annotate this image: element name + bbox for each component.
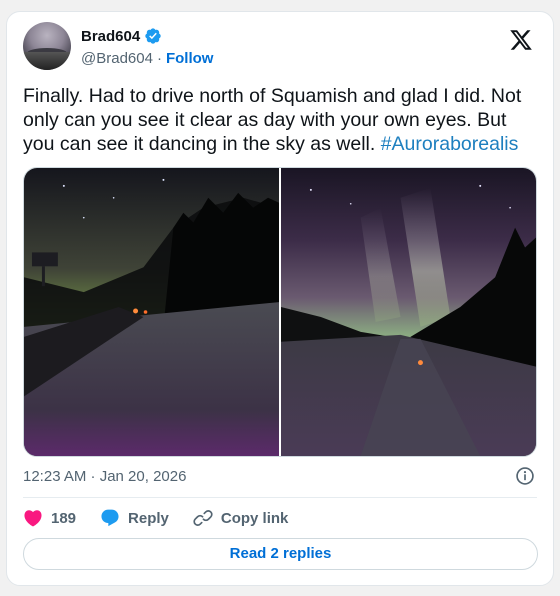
- like-button[interactable]: 189: [23, 508, 76, 528]
- divider: [23, 497, 537, 498]
- action-bar: 189 Reply Copy link: [23, 506, 312, 530]
- reply-label: Reply: [128, 509, 169, 527]
- author-avatar[interactable]: [23, 22, 71, 70]
- info-icon[interactable]: [515, 466, 535, 486]
- copy-link-label: Copy link: [220, 509, 289, 527]
- author-display-name[interactable]: Brad604: [81, 28, 140, 45]
- tweet-text: Finally. Had to drive north of Squamish …: [23, 84, 543, 156]
- follow-link[interactable]: Follow: [166, 50, 214, 67]
- aurora-photo-1[interactable]: [24, 168, 279, 456]
- reply-bubble-icon: [101, 509, 119, 527]
- author-name-row: Brad604: [81, 27, 162, 45]
- author-handle[interactable]: @Brad604: [81, 50, 153, 67]
- x-logo-icon[interactable]: [509, 28, 533, 52]
- link-icon: [193, 510, 213, 526]
- aurora-photo-2[interactable]: [281, 168, 536, 456]
- hashtag-link[interactable]: #Auroraborealis: [381, 133, 519, 155]
- like-count: 189: [51, 509, 77, 527]
- handle-separator: ·: [156, 50, 162, 67]
- author-handle-row: @Brad604 · Follow: [81, 50, 213, 67]
- heart-icon: [24, 510, 42, 527]
- reply-button[interactable]: Reply: [100, 508, 169, 528]
- media-grid: [23, 167, 537, 457]
- tweet-timestamp[interactable]: 12:23 AM · Jan 20, 2026: [23, 468, 186, 485]
- tweet-card: Brad604 @Brad604 · Follow Finally. Had t…: [6, 11, 554, 586]
- copy-link-button[interactable]: Copy link: [193, 508, 289, 528]
- read-replies-button[interactable]: Read 2 replies: [23, 538, 538, 570]
- verified-badge-icon: [145, 28, 161, 44]
